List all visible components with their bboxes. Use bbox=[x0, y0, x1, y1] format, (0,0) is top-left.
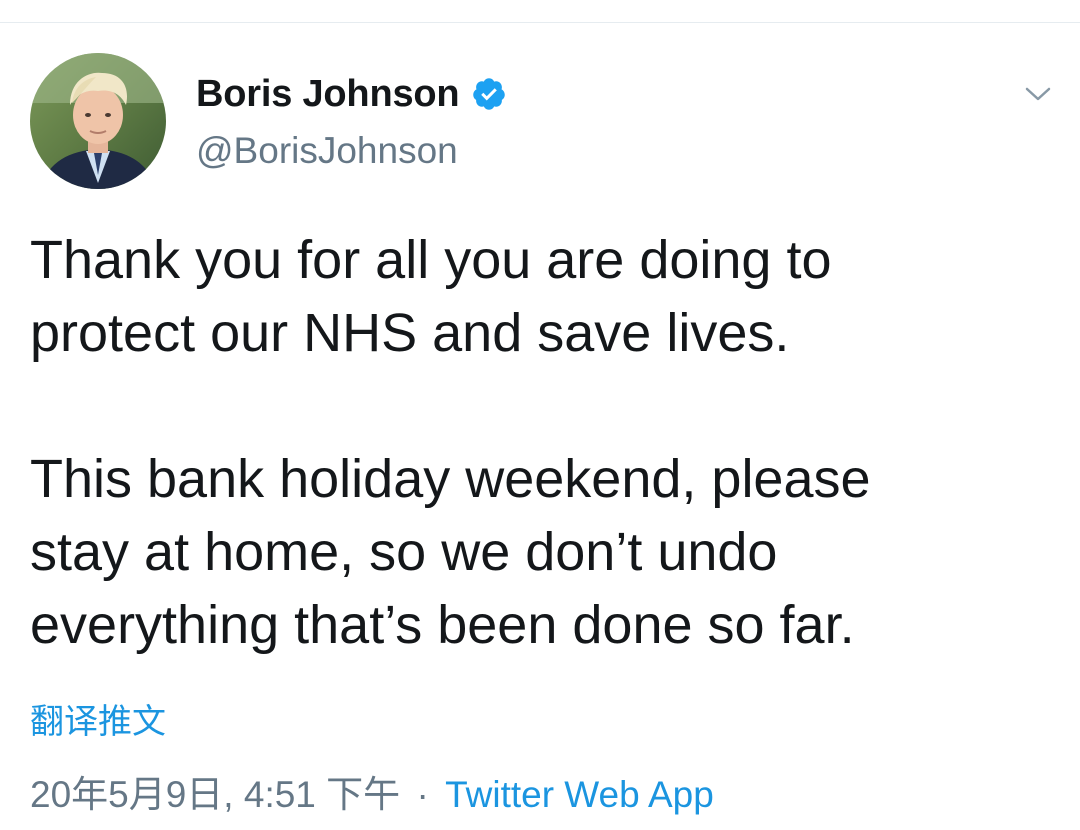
translate-tweet-link[interactable]: 翻译推文 bbox=[30, 694, 166, 743]
tweet-timestamp[interactable]: 20年5月9日, 4:51 下午 bbox=[30, 774, 400, 815]
meta-separator: · bbox=[416, 774, 429, 815]
top-divider bbox=[0, 22, 1080, 23]
author-name-row[interactable]: Boris Johnson bbox=[196, 66, 507, 122]
chevron-down-icon bbox=[1025, 87, 1051, 101]
avatar[interactable] bbox=[30, 53, 166, 189]
author-display-name[interactable]: Boris Johnson bbox=[196, 73, 460, 116]
author-handle[interactable]: @BorisJohnson bbox=[196, 130, 458, 172]
tweet-menu-button[interactable] bbox=[1018, 74, 1058, 114]
verified-badge-icon bbox=[473, 78, 506, 110]
tweet-source-app[interactable]: Twitter Web App bbox=[445, 774, 714, 815]
tweet-text: Thank you for all you are doing to prote… bbox=[30, 230, 871, 655]
tweet-meta: 20年5月9日, 4:51 下午 · Twitter Web App bbox=[30, 764, 714, 818]
avatar-image bbox=[30, 53, 166, 189]
